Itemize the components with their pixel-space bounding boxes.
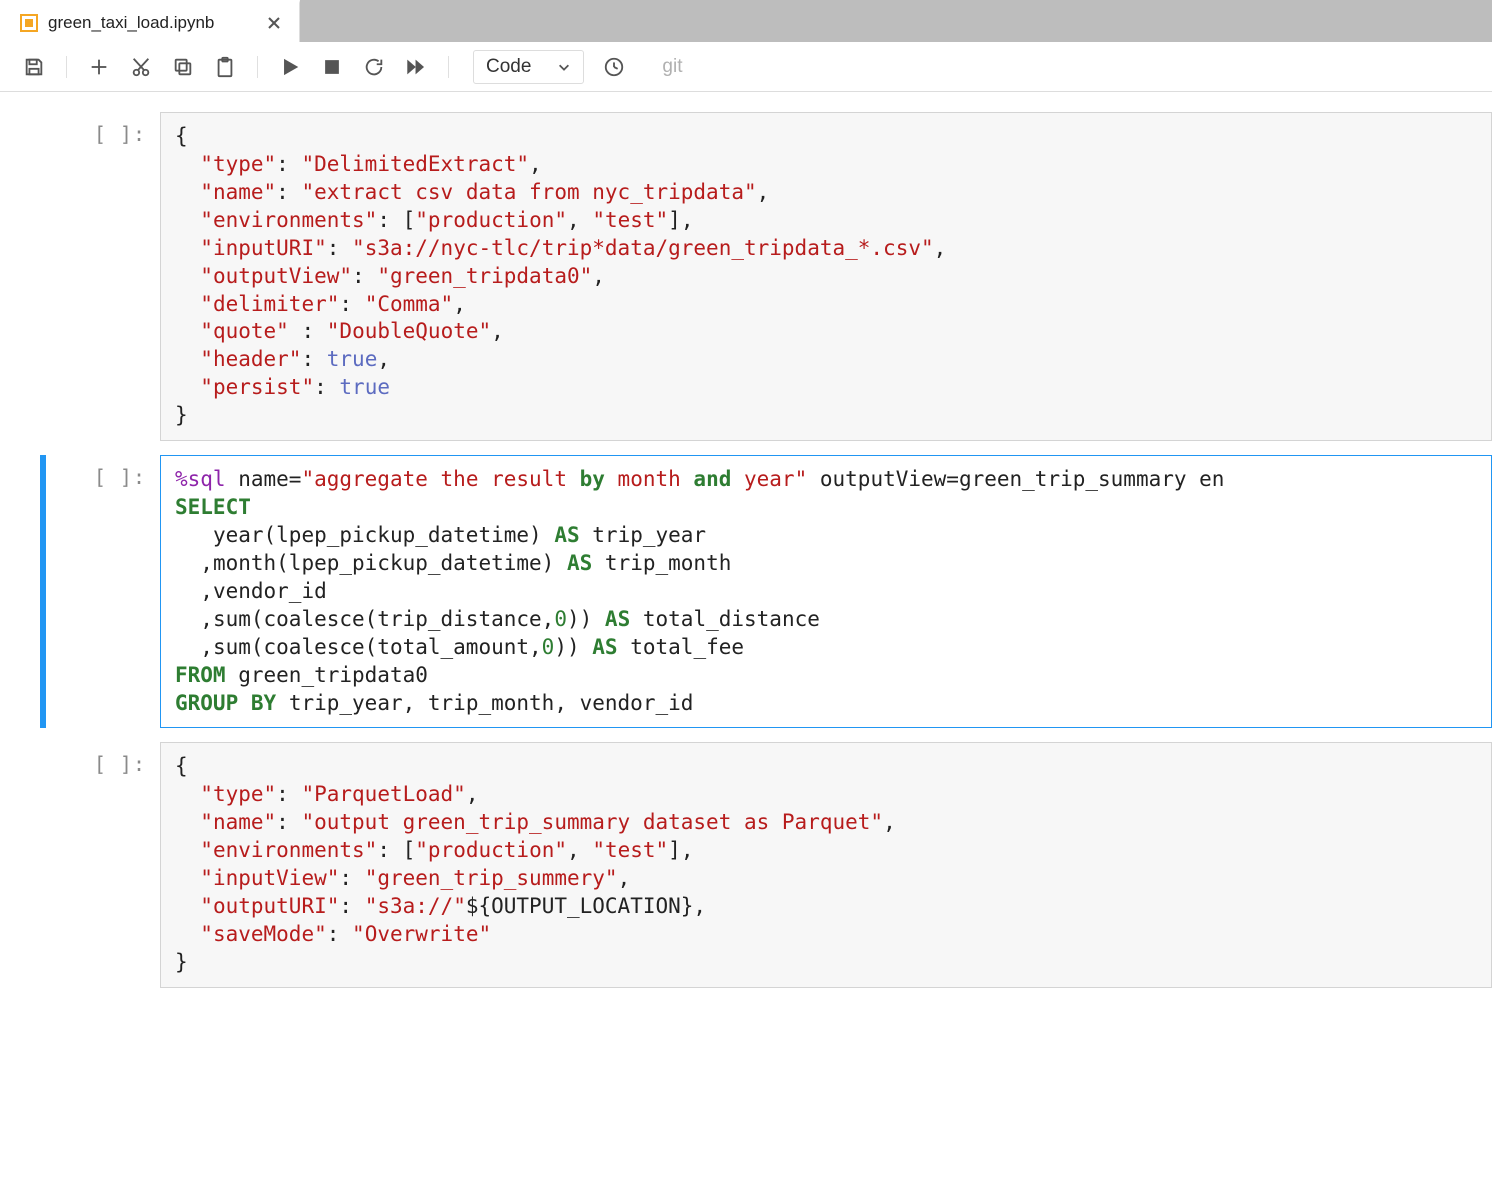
paste-button[interactable] (213, 55, 237, 79)
code-editor[interactable]: { "type": "DelimitedExtract", "name": "e… (160, 112, 1492, 441)
notebook-icon (20, 14, 38, 32)
cell-type-select[interactable]: Code (473, 50, 584, 84)
close-icon[interactable] (263, 12, 285, 34)
cell-prompt: [ ]: (40, 112, 160, 441)
cell-prompt: [ ]: (40, 742, 160, 987)
separator (448, 56, 449, 78)
kernel-status-icon[interactable] (602, 55, 626, 79)
cut-button[interactable] (129, 55, 153, 79)
save-button[interactable] (22, 55, 46, 79)
run-all-button[interactable] (404, 55, 428, 79)
separator (66, 56, 67, 78)
tab-notebook[interactable]: green_taxi_load.ipynb (0, 0, 300, 42)
notebook-area: [ ]:{ "type": "DelimitedExtract", "name"… (0, 92, 1492, 1032)
run-button[interactable] (278, 55, 302, 79)
git-button[interactable]: git (662, 56, 682, 78)
code-cell[interactable]: [ ]:{ "type": "ParquetLoad", "name": "ou… (0, 742, 1492, 987)
cell-prompt: [ ]: (40, 455, 160, 728)
code-cell[interactable]: [ ]:%sql name="aggregate the result by m… (0, 455, 1492, 728)
stop-button[interactable] (320, 55, 344, 79)
code-cell[interactable]: [ ]:{ "type": "DelimitedExtract", "name"… (0, 112, 1492, 441)
separator (257, 56, 258, 78)
toolbar: Code git (0, 42, 1492, 92)
code-editor[interactable]: %sql name="aggregate the result by month… (160, 455, 1492, 728)
copy-button[interactable] (171, 55, 195, 79)
tab-bar: green_taxi_load.ipynb (0, 0, 1492, 42)
cell-type-label: Code (486, 56, 531, 78)
tab-filename: green_taxi_load.ipynb (48, 13, 253, 33)
chevron-down-icon (557, 60, 571, 74)
restart-button[interactable] (362, 55, 386, 79)
code-editor[interactable]: { "type": "ParquetLoad", "name": "output… (160, 742, 1492, 987)
add-cell-button[interactable] (87, 55, 111, 79)
